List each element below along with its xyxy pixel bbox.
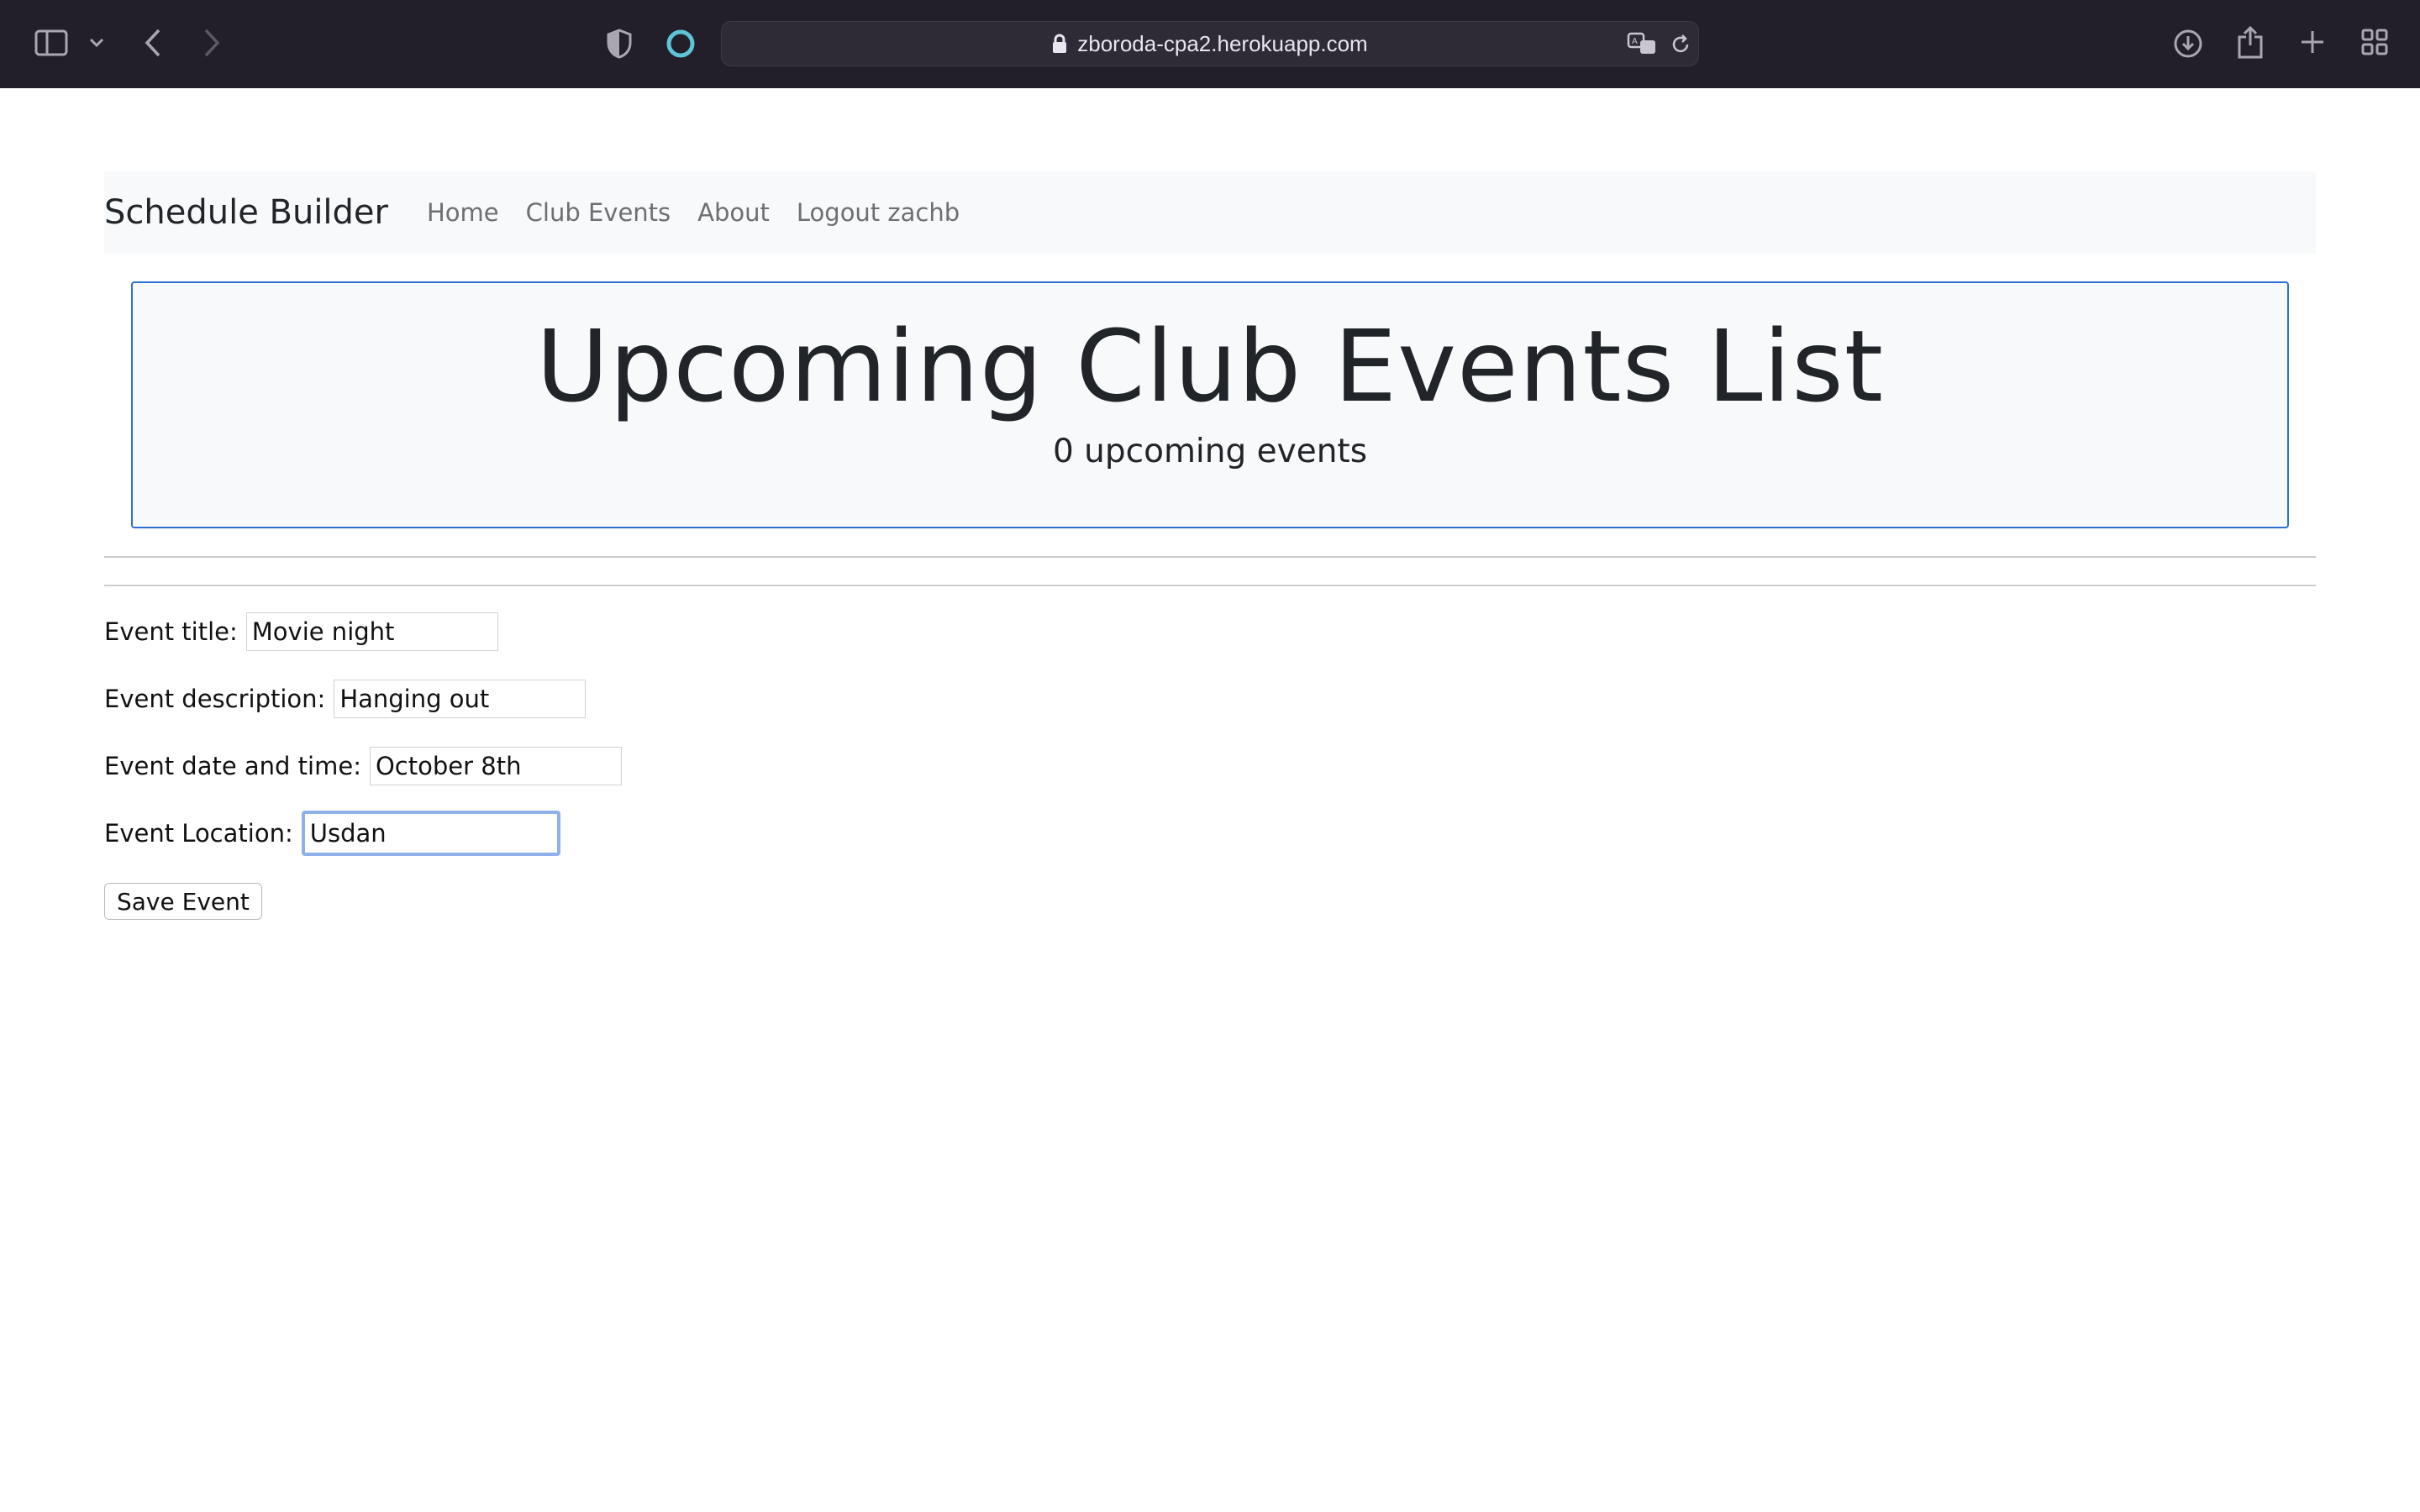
event-description-input[interactable] <box>334 680 587 718</box>
navbar: Schedule Builder Home Club Events About … <box>104 171 2316 254</box>
translate-icon[interactable]: A <box>1626 30 1660 57</box>
events-header-panel: Upcoming Club Events List 0 upcoming eve… <box>131 281 2289 528</box>
new-tab-icon[interactable] <box>2297 27 2328 57</box>
svg-text:A: A <box>1632 37 1638 46</box>
browser-toolbar: zboroda-cpa2.herokuapp.com A <box>0 0 2420 88</box>
reload-icon[interactable] <box>1668 32 1693 57</box>
event-count: 0 upcoming events <box>1052 433 1368 470</box>
forward-icon[interactable] <box>200 25 224 60</box>
divider <box>104 585 2316 586</box>
event-description-label: Event description: <box>104 685 326 713</box>
address-bar[interactable]: zboroda-cpa2.herokuapp.com A <box>721 21 1699 66</box>
chevron-down-icon[interactable] <box>87 34 106 52</box>
share-icon[interactable] <box>2235 24 2265 60</box>
event-datetime-label: Event date and time: <box>104 752 361 780</box>
nav-link-home[interactable]: Home <box>427 198 499 227</box>
save-event-button[interactable]: Save Event <box>104 883 262 920</box>
divider <box>104 556 2316 558</box>
page-title: Upcoming Club Events List <box>536 308 1884 424</box>
lock-icon <box>1052 34 1067 54</box>
back-icon[interactable] <box>141 25 165 60</box>
url-text: zboroda-cpa2.herokuapp.com <box>1077 30 1368 56</box>
extension-icon[interactable] <box>664 27 697 60</box>
page-content: Schedule Builder Home Club Events About … <box>0 88 2420 1512</box>
nav-link-club-events[interactable]: Club Events <box>526 198 671 227</box>
event-location-input[interactable] <box>301 811 560 856</box>
nav-link-logout[interactable]: Logout zachb <box>797 198 960 227</box>
navbar-brand[interactable]: Schedule Builder <box>104 193 388 232</box>
shield-icon[interactable] <box>605 27 634 60</box>
form-row-datetime: Event date and time: <box>104 747 622 785</box>
form-row-description: Event description: <box>104 680 587 718</box>
event-location-label: Event Location: <box>104 819 293 848</box>
sidebar-icon[interactable] <box>34 27 69 59</box>
form-row-location: Event Location: <box>104 811 560 856</box>
form-row-title: Event title: <box>104 612 498 651</box>
event-title-label: Event title: <box>104 617 238 646</box>
event-datetime-input[interactable] <box>369 747 622 785</box>
event-title-input[interactable] <box>245 612 498 651</box>
nav-link-about[interactable]: About <box>697 198 770 227</box>
download-icon[interactable] <box>2171 27 2205 60</box>
tab-overview-icon[interactable] <box>2360 27 2390 57</box>
